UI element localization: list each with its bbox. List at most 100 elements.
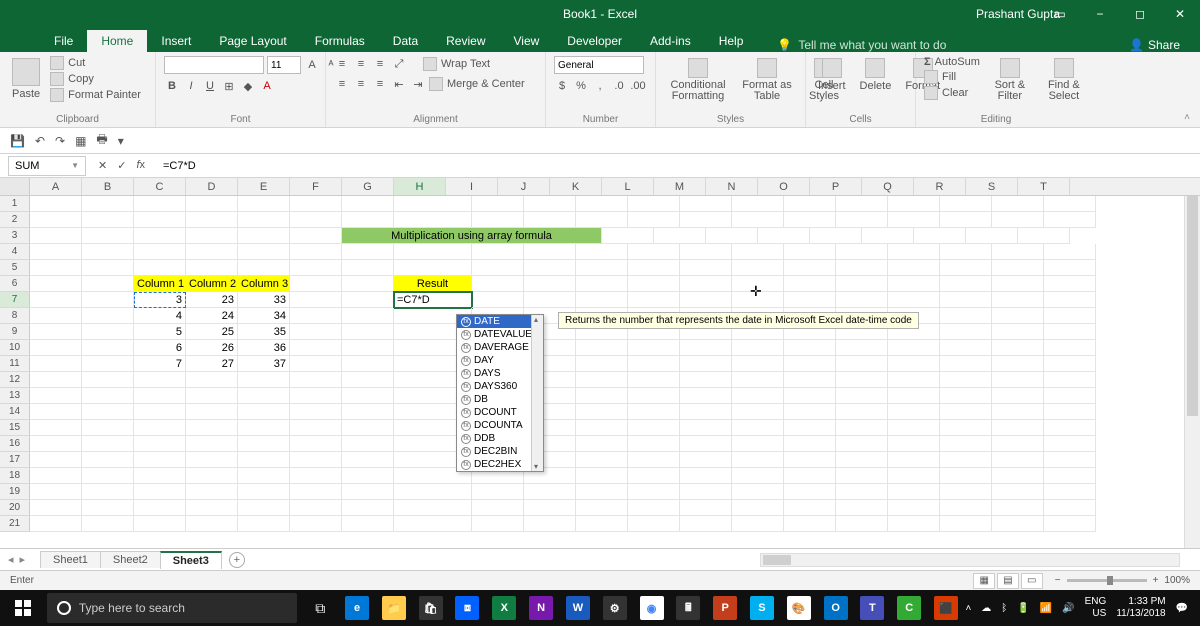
- col-Q[interactable]: Q: [862, 178, 914, 195]
- cell[interactable]: [576, 452, 628, 468]
- cell[interactable]: [940, 260, 992, 276]
- cell[interactable]: [888, 420, 940, 436]
- cell[interactable]: [1044, 308, 1096, 324]
- prev-sheet-icon[interactable]: ◂: [8, 553, 14, 566]
- cell[interactable]: [186, 388, 238, 404]
- cell[interactable]: [524, 276, 576, 292]
- qat-icon-2[interactable]: 🖶: [96, 130, 107, 151]
- cell[interactable]: [394, 244, 472, 260]
- cell[interactable]: [992, 404, 1044, 420]
- cell[interactable]: 34: [238, 308, 290, 324]
- cell[interactable]: [888, 372, 940, 388]
- cell[interactable]: [680, 340, 732, 356]
- cell[interactable]: [1044, 260, 1096, 276]
- align-middle-icon[interactable]: ≡: [353, 56, 369, 72]
- col-H[interactable]: H: [394, 178, 446, 195]
- cell[interactable]: [836, 468, 888, 484]
- vertical-scrollbar[interactable]: [1184, 196, 1200, 548]
- cell[interactable]: [472, 292, 524, 308]
- row-header-2[interactable]: 2: [0, 212, 30, 228]
- sort-filter-button[interactable]: Sort & Filter: [986, 56, 1034, 104]
- cell[interactable]: [576, 404, 628, 420]
- name-box[interactable]: SUM ▼: [8, 156, 86, 176]
- cell[interactable]: Column 2: [186, 276, 238, 292]
- cell[interactable]: [1044, 468, 1096, 484]
- cell[interactable]: [992, 420, 1044, 436]
- cell[interactable]: [524, 516, 576, 532]
- cell[interactable]: [992, 324, 1044, 340]
- cell[interactable]: [290, 340, 342, 356]
- row-header-19[interactable]: 19: [0, 484, 30, 500]
- cell[interactable]: [992, 436, 1044, 452]
- cell[interactable]: [680, 500, 732, 516]
- cell[interactable]: [290, 436, 342, 452]
- cell[interactable]: [524, 500, 576, 516]
- cell[interactable]: [290, 276, 342, 292]
- cell[interactable]: [784, 212, 836, 228]
- row-header-5[interactable]: 5: [0, 260, 30, 276]
- cell[interactable]: [30, 244, 82, 260]
- cell[interactable]: [836, 420, 888, 436]
- cell[interactable]: [628, 484, 680, 500]
- col-J[interactable]: J: [498, 178, 550, 195]
- outlook-icon[interactable]: O: [818, 593, 853, 623]
- cell[interactable]: [784, 516, 836, 532]
- row-header-13[interactable]: 13: [0, 388, 30, 404]
- cell[interactable]: [888, 244, 940, 260]
- edge-icon[interactable]: e: [340, 593, 375, 623]
- cell[interactable]: [472, 260, 524, 276]
- cell[interactable]: [784, 452, 836, 468]
- cell[interactable]: [30, 228, 82, 244]
- cell[interactable]: [992, 308, 1044, 324]
- cell[interactable]: [238, 372, 290, 388]
- cell[interactable]: [888, 196, 940, 212]
- cell[interactable]: [134, 212, 186, 228]
- cell[interactable]: [134, 260, 186, 276]
- cell[interactable]: [680, 484, 732, 500]
- cell[interactable]: [342, 292, 394, 308]
- cell[interactable]: [602, 228, 654, 244]
- cell[interactable]: [82, 372, 134, 388]
- cell[interactable]: [472, 196, 524, 212]
- row-header-10[interactable]: 10: [0, 340, 30, 356]
- save-icon[interactable]: 💾: [10, 134, 25, 148]
- cell[interactable]: [30, 388, 82, 404]
- cell[interactable]: [784, 404, 836, 420]
- cell[interactable]: [238, 196, 290, 212]
- teams-icon[interactable]: T: [855, 593, 890, 623]
- cell[interactable]: [342, 452, 394, 468]
- cell[interactable]: [342, 420, 394, 436]
- cell[interactable]: [394, 260, 472, 276]
- cell[interactable]: [628, 452, 680, 468]
- zoom-slider[interactable]: [1067, 579, 1147, 582]
- cell[interactable]: [30, 516, 82, 532]
- cell[interactable]: [992, 484, 1044, 500]
- cell[interactable]: [82, 420, 134, 436]
- cell[interactable]: [940, 484, 992, 500]
- cell[interactable]: [342, 196, 394, 212]
- cell[interactable]: [1044, 484, 1096, 500]
- cell[interactable]: [30, 500, 82, 516]
- increase-font-icon[interactable]: A: [304, 57, 320, 73]
- cell[interactable]: [30, 420, 82, 436]
- cell[interactable]: [628, 420, 680, 436]
- cell[interactable]: [628, 244, 680, 260]
- format-painter-button[interactable]: Format Painter: [50, 88, 141, 102]
- cell[interactable]: [186, 468, 238, 484]
- cell[interactable]: [82, 388, 134, 404]
- fill-button[interactable]: Fill: [924, 70, 980, 84]
- normal-view-icon[interactable]: ▦: [973, 573, 995, 589]
- qat-icon[interactable]: ▦: [75, 134, 86, 148]
- row-header-14[interactable]: 14: [0, 404, 30, 420]
- cell[interactable]: [524, 484, 576, 500]
- cell[interactable]: [732, 452, 784, 468]
- cell[interactable]: [680, 276, 732, 292]
- cell[interactable]: [836, 516, 888, 532]
- cell[interactable]: [680, 244, 732, 260]
- cell[interactable]: [30, 452, 82, 468]
- cell[interactable]: [784, 276, 836, 292]
- cell[interactable]: [992, 244, 1044, 260]
- cell[interactable]: [576, 196, 628, 212]
- cell[interactable]: [576, 244, 628, 260]
- cell[interactable]: [628, 436, 680, 452]
